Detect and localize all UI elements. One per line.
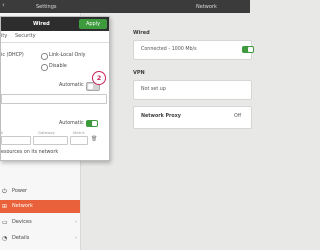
routes-automatic-label: Automatic [59,121,84,126]
network-proxy-label: Network Proxy [141,114,181,119]
details-icon: ◔ [2,235,8,242]
tab-security[interactable]: Security [15,33,36,39]
vpn-section-title: VPN [133,70,145,76]
sidebar-item-label: Devices [12,219,32,225]
dialog-title: Wired [33,21,50,27]
route-metric-header: Metric [73,130,85,135]
chevron-right-icon: › [75,235,77,241]
sidebar-item-power[interactable]: ⏻ Power [0,185,80,198]
wired-status: Connected - 1000 Mb/s [141,47,197,52]
route-netmask-field[interactable] [1,136,31,145]
network-title: Network [196,3,217,10]
back-icon[interactable]: ‹ [2,1,5,9]
annotation-marker: 2 [92,71,106,85]
sidebar-item-label: Details [12,235,30,241]
routes-automatic-toggle[interactable] [86,120,98,127]
wired-toggle[interactable] [242,46,254,53]
wired-card: Connected - 1000 Mb/s [133,40,254,60]
dialog-header: Wired Apply [1,17,109,31]
network-icon: ⊞ [2,203,8,210]
delete-route-icon[interactable]: 🗑 [91,136,97,142]
devices-icon: ▭ [2,219,8,226]
sidebar-item-network[interactable]: ⊞ Network [0,200,80,213]
disable-radio[interactable] [41,64,48,71]
settings-title: Settings [36,3,57,10]
apply-button[interactable]: Apply [79,19,107,29]
dns-automatic-label: Automatic [59,83,84,88]
vpn-card: Not set up [133,80,252,100]
sidebar-item-label: Network [12,203,33,209]
link-local-label: Link-Local Only [49,53,86,58]
network-proxy-status: Off [234,114,242,119]
only-resources-label: esources on its network [1,150,59,155]
wired-section-title: Wired [133,30,150,36]
sidebar-item-devices[interactable]: ▭ Devices › [0,216,80,229]
dialog-tabs: ity Security [1,31,109,43]
vpn-status: Not set up [141,87,166,92]
route-metric-field[interactable] [70,136,88,145]
link-local-radio[interactable] [41,53,48,60]
tab-identity[interactable]: ity [1,33,7,39]
dns-field[interactable] [1,94,107,104]
sidebar-item-details[interactable]: ◔ Details › [0,232,80,245]
top-bar: ‹ Settings Network [0,0,250,13]
chevron-right-icon: › [75,219,77,225]
network-proxy-row[interactable]: Network Proxy Off [133,106,252,129]
route-gateway-header: Gateway [38,130,55,135]
wired-settings-dialog: Wired Apply ity Security ic (DHCP) Link-… [0,16,110,161]
sidebar-item-label: Power [12,188,28,194]
route-netmask-header: k [1,130,4,135]
disable-label: Disable [49,64,67,69]
power-icon: ⏻ [2,188,7,195]
route-gateway-field[interactable] [33,136,68,145]
dhcp-radio-label: ic (DHCP) [1,53,24,58]
